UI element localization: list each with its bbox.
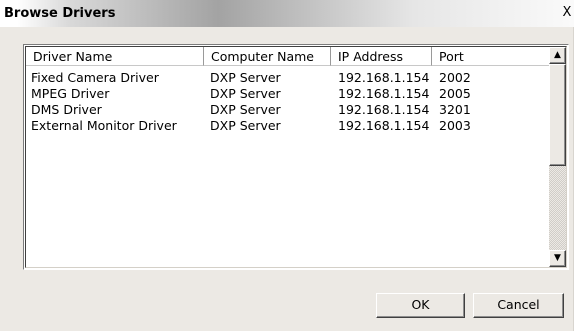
computer-name-cell: DXP Server [210,118,281,133]
ip-address-cell: 192.168.1.154 [338,118,430,133]
port-cell: 2002 [439,70,471,85]
column-header-row: Driver Name Computer Name IP Address Por… [26,47,551,66]
cancel-button[interactable]: Cancel [473,293,564,318]
window-title: Browse Drivers [4,6,116,21]
computer-name-cell: DXP Server [210,102,281,117]
ok-button[interactable]: OK [376,293,465,318]
port-cell: 3201 [439,102,471,117]
ip-address-cell: 192.168.1.154 [338,86,430,101]
table-row[interactable]: DMS Driver DXP Server 192.168.1.154 3201 [26,102,551,118]
ip-address-cell: 192.168.1.154 [338,70,430,85]
driver-name-cell: External Monitor Driver [31,118,177,133]
drivers-list[interactable]: Driver Name Computer Name IP Address Por… [23,44,569,270]
driver-name-cell: Fixed Camera Driver [31,70,159,85]
port-cell: 2005 [439,86,471,101]
scroll-up-arrow-icon[interactable]: ▲ [549,47,566,64]
computer-name-cell: DXP Server [210,70,281,85]
column-header-ip-address[interactable]: IP Address [331,47,432,66]
computer-name-cell: DXP Server [210,86,281,101]
scroll-down-arrow-icon[interactable]: ▼ [549,250,566,267]
ip-address-cell: 192.168.1.154 [338,102,430,117]
driver-name-cell: MPEG Driver [31,86,110,101]
table-row[interactable]: Fixed Camera Driver DXP Server 192.168.1… [26,70,551,86]
vertical-scrollbar[interactable]: ▲ ▼ [549,47,566,267]
table-row[interactable]: External Monitor Driver DXP Server 192.1… [26,118,551,134]
browse-drivers-dialog: Browse Drivers X Driver Name Computer Na… [0,0,574,331]
driver-name-cell: DMS Driver [31,102,102,117]
close-icon[interactable]: X [560,5,574,21]
column-header-computer-name[interactable]: Computer Name [204,47,331,66]
port-cell: 2003 [439,118,471,133]
column-header-port[interactable]: Port [432,47,551,66]
table-row[interactable]: MPEG Driver DXP Server 192.168.1.154 200… [26,86,551,102]
scrollbar-thumb[interactable] [549,64,566,166]
column-header-driver-name[interactable]: Driver Name [26,47,204,66]
title-bar[interactable]: Browse Drivers X [0,0,574,27]
